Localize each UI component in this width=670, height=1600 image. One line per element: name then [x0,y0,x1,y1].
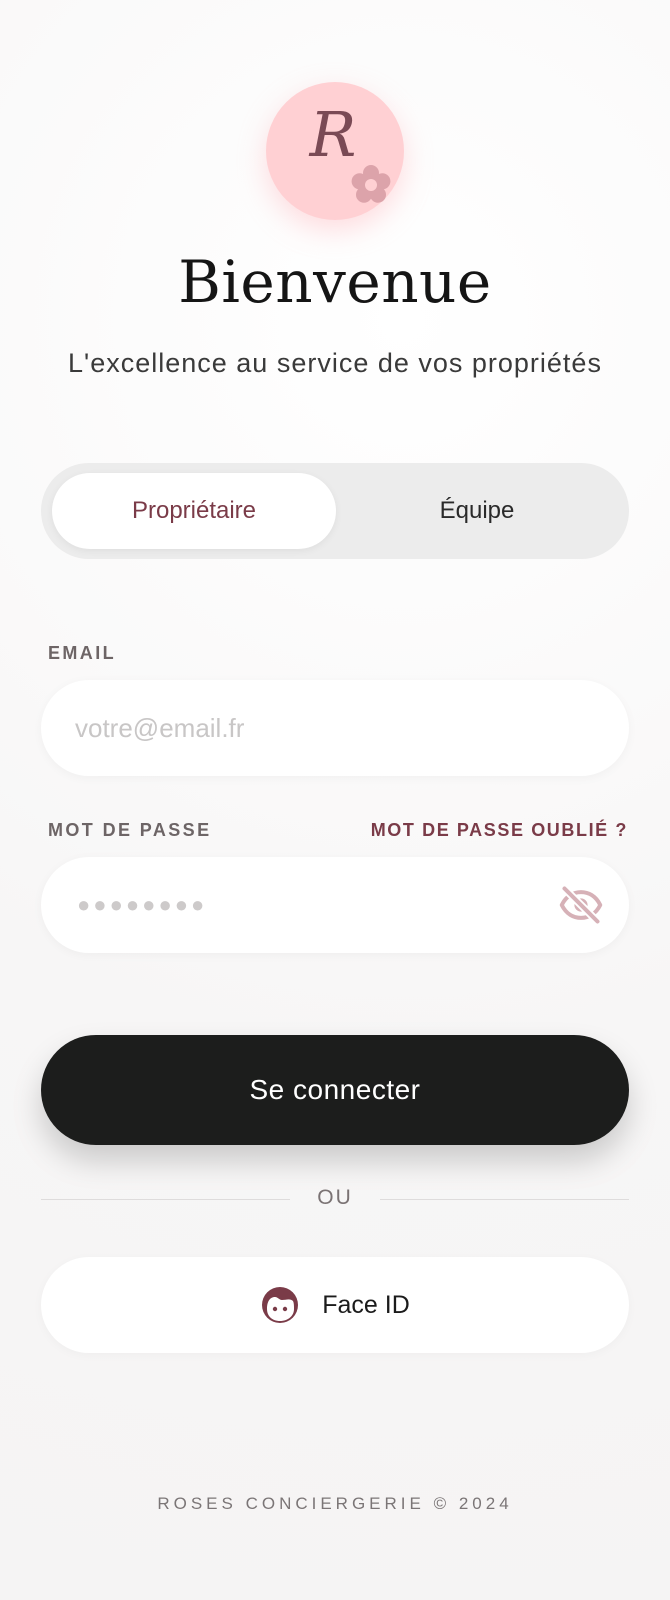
email-field[interactable] [75,680,555,776]
faceid-button[interactable]: Face ID [41,1257,629,1353]
logo-letter: R [309,98,357,171]
faceid-label: Face ID [322,1290,410,1319]
email-label: EMAIL [48,643,116,663]
footer-copyright: ROSES CONCIERGERIE © 2024 [157,1494,513,1513]
password-label: MOT DE PASSE [48,820,212,840]
password-field[interactable]: ●●●●●●●● [41,857,629,953]
tab-equipe[interactable]: Équipe [335,473,619,549]
face-icon [262,1287,299,1323]
flower-icon [351,165,391,203]
tab-proprietaire[interactable]: Propriétaire [52,473,336,549]
login-button[interactable]: Se connecter [41,1035,629,1145]
app-logo: R [266,82,404,220]
forgot-password-link[interactable]: MOT DE PASSE OUBLIÉ ? [371,820,628,841]
divider-right [380,1199,629,1200]
role-switch: Propriétaire Équipe [41,463,629,559]
password-mask: ●●●●●●●● [77,892,208,917]
eye-off-icon[interactable] [559,883,603,927]
page-title: Bienvenue [178,248,492,316]
page-subtitle: L'excellence au service de vos propriété… [68,348,602,378]
divider-or: OU [317,1186,353,1209]
email-field-container [41,680,629,776]
